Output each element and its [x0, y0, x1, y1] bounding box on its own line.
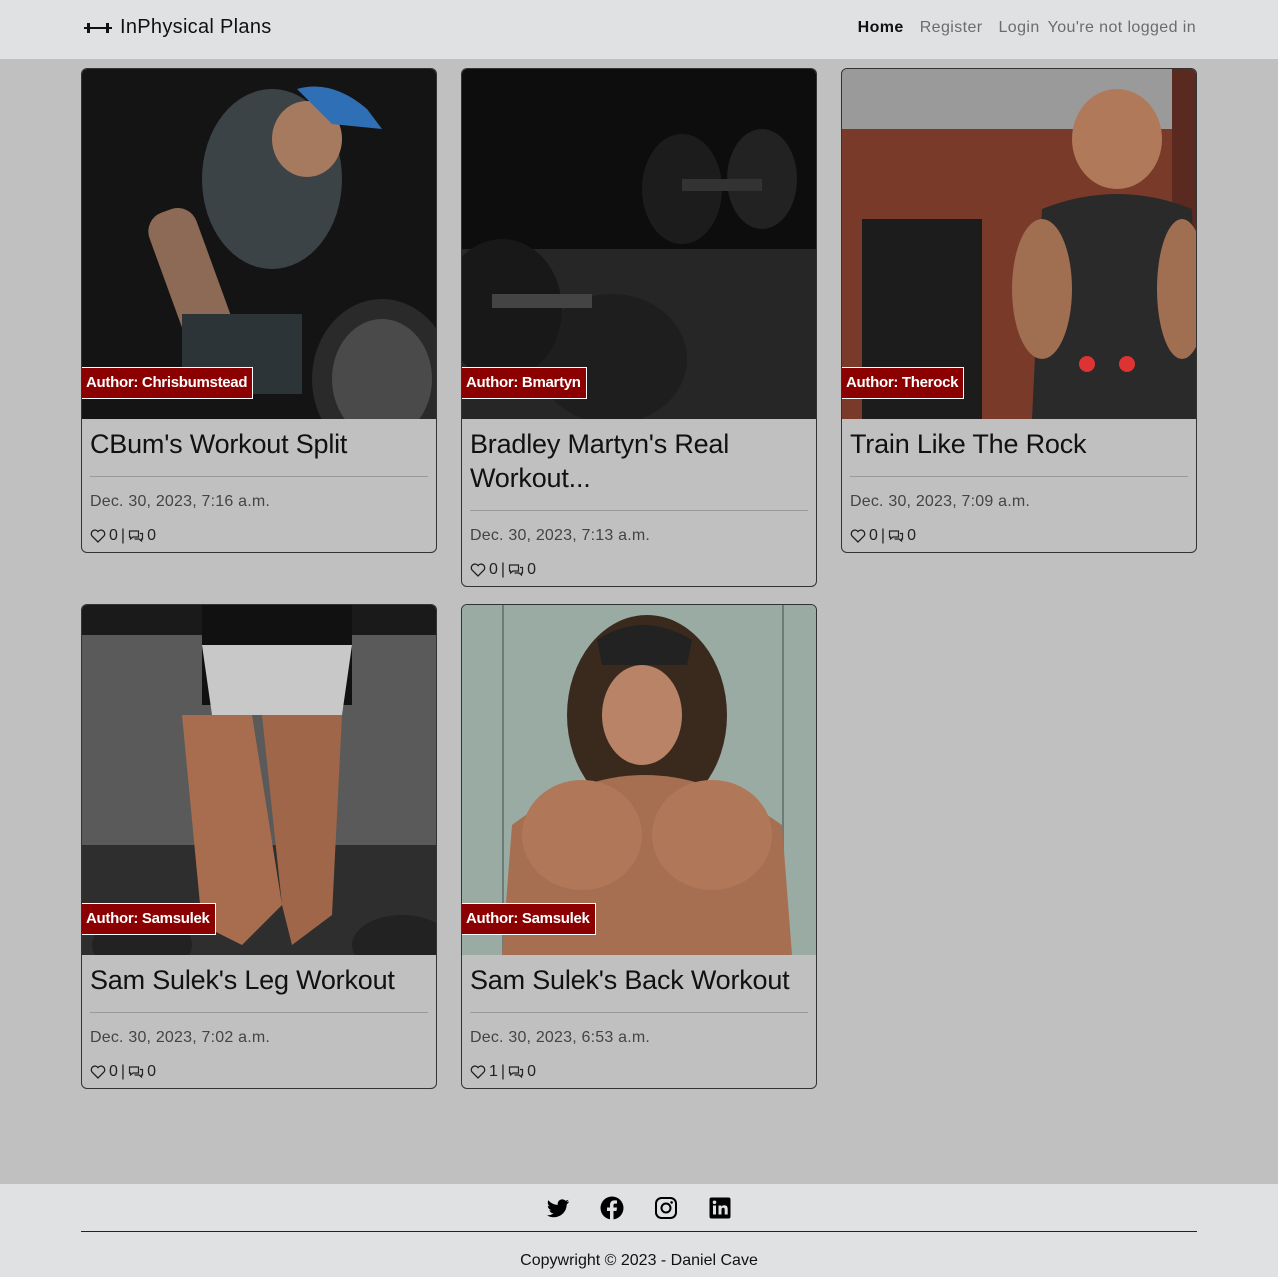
copyright: Copywright © 2023 - Daniel Cave: [520, 1252, 758, 1269]
post-date: Dec. 30, 2023, 7:09 a.m.: [850, 493, 1031, 510]
post-stats: 0 | 0: [850, 527, 1188, 545]
comments-icon[interactable]: [508, 1064, 524, 1080]
like-count: 1: [489, 1063, 498, 1080]
separator: |: [500, 561, 506, 578]
nav-home[interactable]: Home: [858, 19, 904, 37]
post-date: Dec. 30, 2023, 6:53 a.m.: [470, 1029, 651, 1046]
navbar: InPhysical Plans Home Register Login You…: [0, 0, 1278, 59]
comments-icon[interactable]: [508, 562, 524, 578]
twitter-icon[interactable]: [546, 1196, 570, 1220]
comment-count: 0: [907, 527, 916, 544]
post-title[interactable]: Sam Sulek's Leg Workout: [90, 963, 428, 1013]
login-status: You're not logged in: [1047, 19, 1196, 36]
post-date: Dec. 30, 2023, 7:16 a.m.: [90, 493, 271, 510]
post-stats: 0 | 0: [90, 1063, 428, 1081]
post-image: Author: Samsulek: [82, 605, 436, 955]
facebook-icon[interactable]: [600, 1196, 624, 1220]
post-card[interactable]: Author: Samsulek Sam Sulek's Back Workou…: [461, 604, 817, 1089]
post-title[interactable]: Sam Sulek's Back Workout: [470, 963, 808, 1013]
post-image: Author: Chrisbumstead: [82, 69, 436, 419]
post-card[interactable]: Author: Therock Train Like The Rock Dec.…: [841, 68, 1197, 553]
comments-icon[interactable]: [128, 528, 144, 544]
post-image: Author: Samsulek: [462, 605, 816, 955]
post-card[interactable]: Author: Chrisbumstead CBum's Workout Spl…: [81, 68, 437, 553]
like-count: 0: [489, 561, 498, 578]
like-count: 0: [869, 527, 878, 544]
post-stats: 0 | 0: [90, 527, 428, 545]
author-badge[interactable]: Author: Chrisbumstead: [82, 367, 254, 399]
instagram-icon[interactable]: [654, 1196, 678, 1220]
brand-name: InPhysical Plans: [120, 16, 272, 38]
comments-icon[interactable]: [888, 528, 904, 544]
nav-login[interactable]: Login: [998, 19, 1039, 37]
separator: |: [120, 1063, 126, 1080]
post-image: Author: Bmartyn: [462, 69, 816, 419]
comments-icon[interactable]: [128, 1064, 144, 1080]
heart-icon[interactable]: [90, 1064, 106, 1080]
post-stats: 0 | 0: [470, 561, 808, 579]
post-title[interactable]: Train Like The Rock: [850, 427, 1188, 477]
comment-count: 0: [527, 1063, 536, 1080]
nav-register[interactable]: Register: [920, 19, 983, 37]
post-card[interactable]: Author: Samsulek Sam Sulek's Leg Workout…: [81, 604, 437, 1089]
heart-icon[interactable]: [470, 562, 486, 578]
comment-count: 0: [527, 561, 536, 578]
post-stats: 1 | 0: [470, 1063, 808, 1081]
separator: |: [120, 527, 126, 544]
separator: |: [500, 1063, 506, 1080]
post-card[interactable]: Author: Bmartyn Bradley Martyn's Real Wo…: [461, 68, 817, 587]
linkedin-icon[interactable]: [708, 1196, 732, 1220]
author-badge[interactable]: Author: Bmartyn: [462, 367, 587, 399]
brand-link[interactable]: InPhysical Plans: [84, 16, 272, 39]
like-count: 0: [109, 527, 118, 544]
comment-count: 0: [147, 527, 156, 544]
author-badge[interactable]: Author: Therock: [842, 367, 965, 399]
heart-icon[interactable]: [850, 528, 866, 544]
separator: |: [880, 527, 886, 544]
comment-count: 0: [147, 1063, 156, 1080]
post-date: Dec. 30, 2023, 7:02 a.m.: [90, 1029, 271, 1046]
like-count: 0: [109, 1063, 118, 1080]
author-badge[interactable]: Author: Samsulek: [462, 903, 596, 935]
footer-divider: [81, 1231, 1197, 1232]
dumbbell-icon: [84, 22, 112, 33]
footer: Copywright © 2023 - Daniel Cave: [0, 1184, 1278, 1277]
post-title[interactable]: CBum's Workout Split: [90, 427, 428, 477]
post-date: Dec. 30, 2023, 7:13 a.m.: [470, 527, 651, 544]
author-badge[interactable]: Author: Samsulek: [82, 903, 216, 935]
heart-icon[interactable]: [90, 528, 106, 544]
post-image: Author: Therock: [842, 69, 1196, 419]
heart-icon[interactable]: [470, 1064, 486, 1080]
post-title[interactable]: Bradley Martyn's Real Workout...: [470, 427, 808, 511]
social-links: [0, 1196, 1278, 1220]
